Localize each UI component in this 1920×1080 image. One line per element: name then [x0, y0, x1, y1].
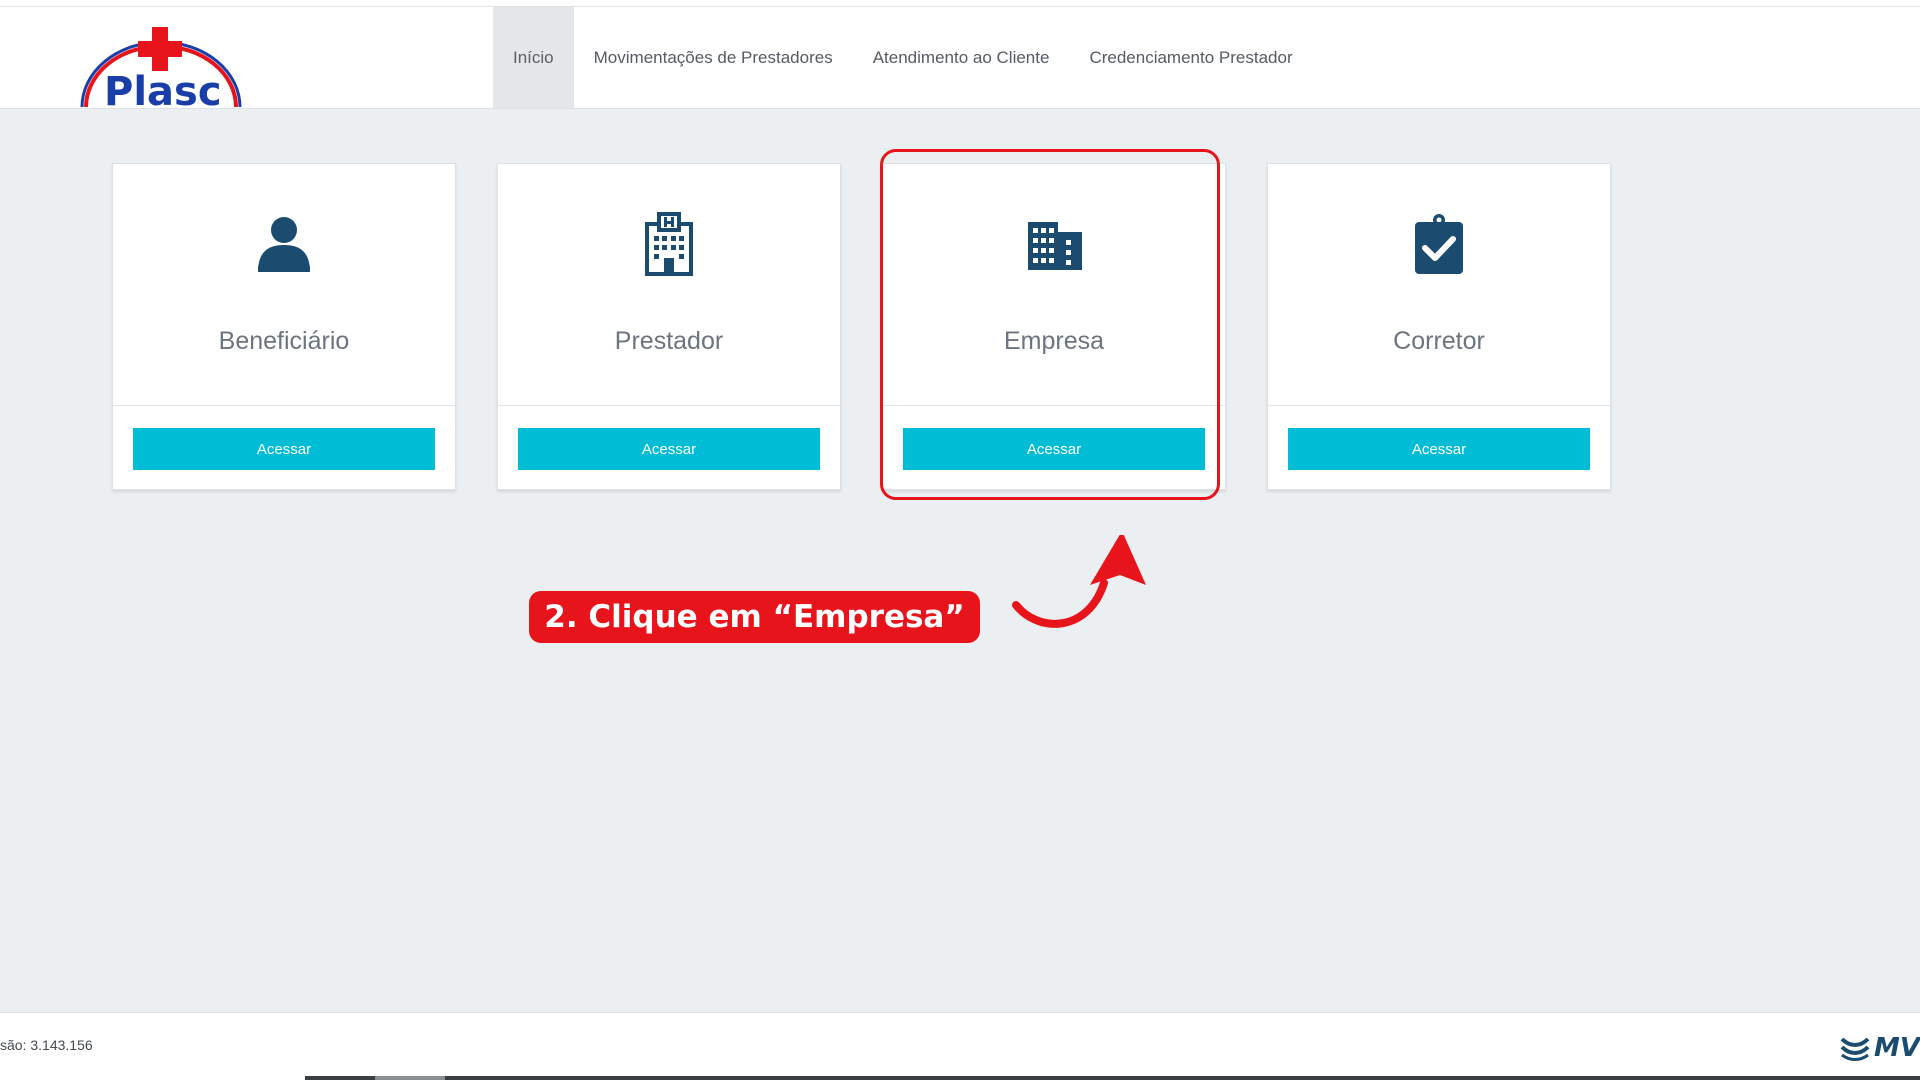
taskbar-segment — [375, 1076, 445, 1080]
logo-text: Plasc — [104, 69, 222, 115]
card-divider — [113, 405, 455, 406]
acessar-beneficiario-button[interactable]: Acessar — [133, 428, 435, 470]
empresa-highlight-box — [880, 149, 1220, 500]
top-border — [0, 0, 1920, 7]
nav-item-credenciamento[interactable]: Credenciamento Prestador — [1069, 7, 1312, 108]
plasc-logo[interactable]: Plasc — [78, 17, 248, 115]
card-title: Corretor — [1393, 327, 1485, 355]
card-beneficiario: Beneficiário Acessar — [112, 163, 456, 490]
header: Plasc Início Movimentações de Prestadore… — [0, 7, 1920, 115]
card-divider — [1268, 405, 1610, 406]
clipboard-check-icon — [1415, 214, 1463, 274]
card-title: Prestador — [614, 327, 724, 355]
footer: são: 3.143.156 MV — [0, 1012, 1920, 1077]
nav-item-atendimento[interactable]: Atendimento ao Cliente — [853, 7, 1070, 108]
card-corretor: Corretor Acessar — [1267, 163, 1611, 490]
curved-arrow-icon — [1012, 535, 1146, 628]
instruction-callout: 2. Clique em “Empresa” — [529, 591, 980, 643]
mv-swoosh-icon — [1840, 1037, 1870, 1061]
user-icon — [258, 217, 310, 272]
acessar-corretor-button[interactable]: Acessar — [1288, 428, 1590, 470]
card-title: Beneficiário — [218, 327, 350, 355]
mv-logo-text: MV — [1874, 1033, 1920, 1063]
acessar-prestador-button[interactable]: Acessar — [518, 428, 820, 470]
card-divider — [498, 405, 840, 406]
main-nav: Início Movimentações de Prestadores Aten… — [493, 7, 1313, 108]
nav-item-movimentacoes[interactable]: Movimentações de Prestadores — [574, 7, 853, 108]
version-text: são: 3.143.156 — [0, 1037, 93, 1053]
taskbar-strip — [305, 1076, 1920, 1080]
hospital-icon — [645, 212, 693, 276]
card-prestador: Prestador Acessar — [497, 163, 841, 490]
nav-item-inicio[interactable]: Início — [493, 7, 574, 108]
mv-logo: MV — [1840, 1033, 1920, 1063]
